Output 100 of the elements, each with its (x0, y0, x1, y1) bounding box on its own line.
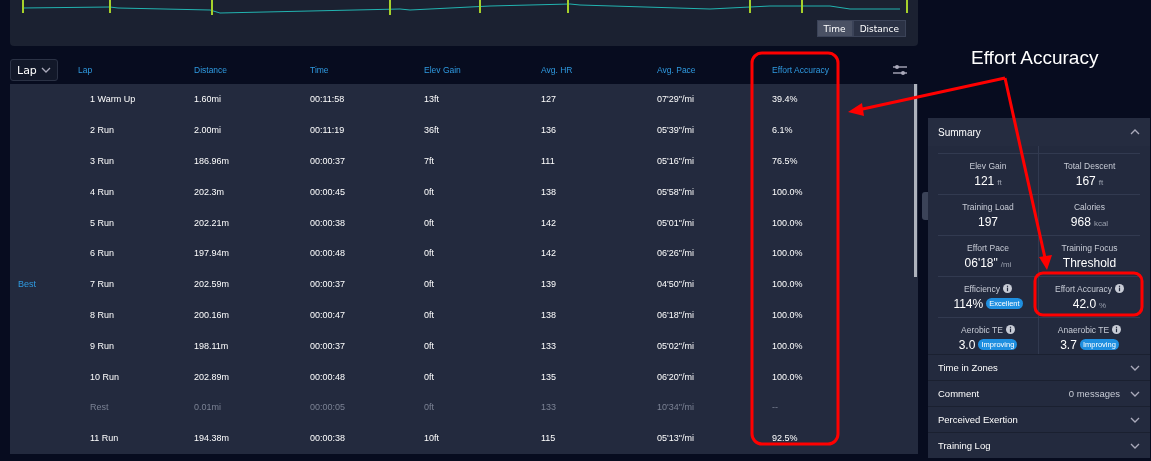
table-cell-text: 6.1% (772, 125, 794, 136)
column-header[interactable]: Distance (194, 65, 228, 75)
column-header[interactable]: Avg. Pace (657, 65, 696, 75)
table-cell-text: 202.89m (194, 371, 231, 382)
table-cell-text: 00:00:48 (310, 248, 347, 259)
table-cell-text: 0ft (424, 309, 435, 320)
message-count: 0 messages (1068, 388, 1120, 399)
column-header[interactable]: Lap (78, 65, 93, 75)
table-cell-text: 135 (541, 371, 558, 382)
table-cell-text: 0ft (424, 248, 435, 259)
stat-value: 197 (978, 214, 998, 229)
table-cell-text: 00:00:37 (310, 279, 347, 290)
table-cell-text: 0ft (424, 279, 435, 290)
stat-value: 114% (953, 296, 984, 311)
stat-label: Training Load (962, 201, 1014, 212)
table-cell-text: 200.16m (194, 309, 231, 320)
table-cell-text: 139 (541, 279, 558, 290)
stat-value: 3.7 (1060, 337, 1077, 352)
table-cell-text: 05'02"/mi (657, 340, 695, 351)
table-cell-text: 100.0% (772, 186, 804, 197)
scrollbar[interactable] (914, 84, 917, 277)
unit-label: % (1099, 300, 1107, 310)
table-cell-text: 0ft (424, 402, 435, 413)
table-cell-text: 00:00:05 (310, 402, 347, 413)
table-cell-text: Rest (89, 402, 110, 413)
table-cell-text: 8 Run (89, 309, 116, 320)
table-cell-text: 76.5% (772, 156, 799, 166)
stat-label: Effort Accuracy (1055, 283, 1112, 294)
table-cell-text: 9 Run (89, 340, 116, 351)
table-cell-text: 142 (541, 248, 558, 259)
column-header[interactable]: Effort Accuracy (772, 65, 829, 75)
table-cell-text: 06'26"/mi (657, 248, 695, 259)
accordion-header[interactable]: Time in Zones (928, 354, 1150, 380)
table-cell-text: 127 (541, 94, 558, 105)
unit-label: ft (1098, 177, 1104, 187)
table-cell-text: 202.59m (194, 279, 231, 290)
table-cell-text: 36ft (424, 125, 440, 136)
table-cell-text: 00:11:58 (310, 94, 346, 105)
table-cell-text: 197.94m (194, 248, 231, 259)
chevron-down-icon (41, 67, 51, 73)
stat-value: 167 (1075, 173, 1096, 188)
table-cell-text: 3 Run (89, 156, 116, 166)
table-cell-text: 100.0% (772, 371, 804, 382)
best-label: Best (18, 279, 36, 290)
stat-value: 3.0 (958, 337, 976, 352)
table-cell-text: 202.3m (194, 186, 226, 197)
table-cell-text: 1 Warm Up (89, 94, 137, 105)
stat-value: 121 (974, 173, 995, 188)
collapse-handle[interactable] (922, 192, 928, 220)
column-header[interactable]: Time (310, 65, 329, 75)
stat-value: 968 (1070, 214, 1091, 229)
table-cell-text: 6 Run (89, 248, 116, 259)
table-cell-text: 00:00:47 (310, 309, 347, 320)
stat-value: 42.0 (1072, 296, 1097, 311)
table-cell-text: 10'34"/mi (657, 402, 695, 413)
table-cell-text: 05'13"/mi (657, 433, 695, 444)
table-cell-text: 05'01"/mi (657, 217, 695, 228)
table-cell-text: 00:00:38 (310, 217, 347, 228)
unit-label: kcal (1093, 218, 1109, 228)
table-cell-text: 00:00:37 (310, 156, 347, 166)
table-cell-text: 100.0% (772, 279, 804, 290)
unit-label: /mi (1000, 259, 1012, 269)
toggle-tab[interactable]: Time (816, 20, 853, 37)
table-cell-text: 0ft (424, 217, 435, 228)
table-cell-text: 05'39"/mi (657, 125, 695, 136)
table-cell-text: 2 Run (89, 125, 116, 136)
stat-label: Calories (1073, 201, 1106, 212)
column-header[interactable]: Avg. HR (541, 65, 573, 75)
table-cell-text: 1.60mi (194, 94, 222, 105)
table-cell-text: 111 (541, 156, 556, 166)
table-cell-text: 13ft (424, 94, 440, 105)
table-cell-text: 06'20"/mi (657, 371, 695, 382)
stat-label: Total Descent (1063, 160, 1116, 171)
table-cell-text: 5 Run (89, 217, 116, 228)
table-cell-text: 00:00:45 (310, 186, 347, 197)
table-cell-text: 100.0% (772, 309, 804, 320)
table-cell-text: 00:00:37 (310, 340, 347, 351)
accordion-header[interactable]: Comment 0 messages (928, 380, 1150, 406)
column-header[interactable]: Elev Gain (424, 65, 461, 75)
table-cell-text: 04'50"/mi (657, 279, 695, 290)
accordion-header[interactable]: Perceived Exertion (928, 406, 1150, 432)
table-cell-text: 138 (541, 309, 558, 320)
table-cell-text: 11 Run (89, 433, 120, 444)
stat-label: Anaerobic TE (1057, 324, 1110, 335)
table-cell-text: 2.00mi (194, 125, 222, 136)
table-cell-text: 0ft (424, 371, 435, 382)
table-cell-text: 194.38m (194, 433, 231, 444)
settings-icon[interactable] (892, 63, 908, 77)
table-cell-text: 0ft (424, 186, 435, 197)
accordion-header[interactable]: Training Log (928, 432, 1150, 458)
table-cell-text: 100.0% (772, 248, 804, 259)
stat-label: Effort Pace (967, 242, 1009, 253)
table-cell-text: 0.01mi (194, 402, 222, 413)
group-by-dropdown[interactable]: Lap (10, 59, 58, 81)
table-cell-text: -- (772, 402, 779, 413)
table-cell-text: 00:00:48 (310, 371, 347, 382)
table-cell-text: 133 (541, 340, 558, 351)
table-cell-text: 7 Run (89, 279, 116, 290)
toggle-tab[interactable]: Distance (852, 20, 906, 37)
table-cell-text: 07'29"/mi (657, 94, 695, 105)
